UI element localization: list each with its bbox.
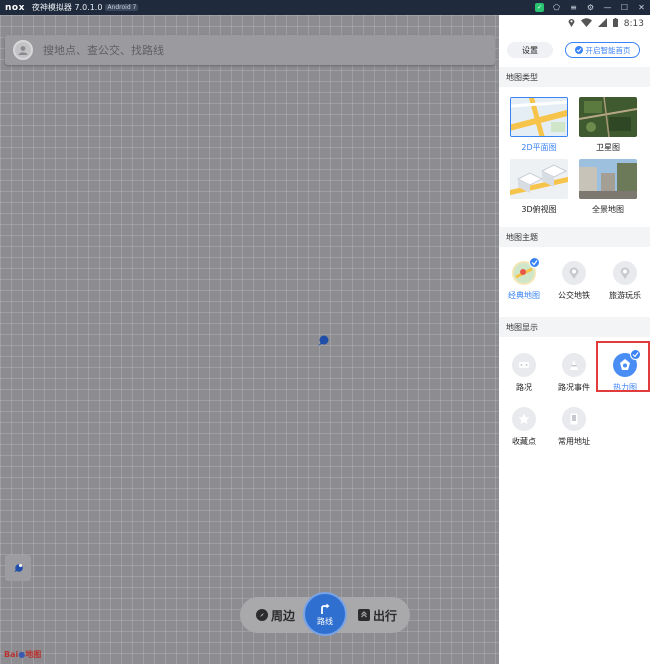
smart-home-label: 开启智能首页	[585, 45, 631, 55]
nav-around-label: 周边	[271, 608, 296, 623]
route-label: 路线	[317, 617, 333, 626]
locate-button[interactable]	[5, 555, 31, 581]
wifi-icon	[580, 18, 592, 30]
smart-home-button[interactable]: 开启智能首页	[565, 42, 640, 58]
heatmap-highlight-box	[596, 341, 650, 392]
display-common-address[interactable]: 常用地址	[549, 407, 599, 447]
close-icon[interactable]: ✕	[637, 3, 646, 12]
search-input[interactable]: 搜地点、查公交、找路线	[43, 42, 164, 58]
turn-arrow-icon	[321, 603, 330, 614]
nav-go-label: 出行	[373, 608, 398, 623]
clock: 8:13	[623, 19, 644, 29]
go-icon	[358, 609, 370, 621]
panorama-thumbnail	[579, 159, 637, 199]
map-type-panorama-label: 全景地图	[592, 205, 624, 214]
theme-travel-label: 旅游玩乐	[609, 291, 641, 300]
search-bar[interactable]: 搜地点、查公交、找路线	[5, 35, 495, 65]
map-display-grid: 路况 路况事件 热力图 收藏点 常用地址	[499, 337, 650, 477]
baidu-logo-text: Bai	[4, 650, 19, 659]
check-badge-icon	[529, 257, 540, 268]
display-common-address-label: 常用地址	[558, 437, 590, 446]
display-traffic-events[interactable]: 路况事件	[549, 353, 599, 393]
map-type-3d[interactable]: 3D俯视图	[510, 159, 568, 215]
display-traffic-label: 路况	[516, 383, 532, 392]
avatar-icon	[18, 46, 28, 55]
transit-icon	[562, 261, 586, 285]
route-button[interactable]: 路线	[303, 592, 347, 636]
map-3d-thumbnail	[510, 159, 568, 199]
section-map-theme: 地图主题	[499, 227, 650, 247]
theme-classic-label: 经典地图	[508, 291, 540, 300]
compass-icon	[256, 609, 268, 621]
user-avatar[interactable]	[13, 40, 33, 60]
map-type-satellite-label: 卫星图	[596, 143, 620, 152]
map-type-3d-label: 3D俯视图	[521, 205, 557, 214]
settings-button[interactable]: 设置	[507, 42, 553, 58]
display-favorites-label: 收藏点	[512, 437, 536, 446]
shirt-icon[interactable]: ⬠	[552, 3, 561, 12]
map-theme-grid: 经典地图 公交地铁 旅游玩乐	[499, 247, 650, 317]
signal-icon	[597, 18, 607, 30]
window-controls: ✓ ⬠ ≡ ⚙ — ☐ ✕	[535, 0, 646, 15]
theme-transit[interactable]: 公交地铁	[549, 261, 599, 301]
baidu-map-logo: Bai●地图	[4, 649, 41, 660]
gear-icon[interactable]: ⚙	[586, 3, 595, 12]
display-traffic-events-label: 路况事件	[558, 383, 590, 392]
display-traffic[interactable]: 路况	[499, 353, 549, 393]
travel-icon	[613, 261, 637, 285]
window-title: 夜神模拟器 7.0.1.0	[31, 3, 103, 12]
classic-map-icon	[512, 257, 540, 285]
minimize-icon[interactable]: —	[603, 3, 612, 12]
star-icon	[512, 407, 536, 431]
maximize-icon[interactable]: ☐	[620, 3, 629, 12]
map-type-grid: 2D平面图 卫星图 3D俯视图 全景地图	[499, 87, 650, 227]
display-favorites[interactable]: 收藏点	[499, 407, 549, 447]
map-canvas[interactable]: 搜地点、查公交、找路线 周边 出行 路线 Bai●地图	[0, 15, 499, 664]
map-type-panorama[interactable]: 全景地图	[579, 159, 637, 215]
emulator-titlebar: nox 夜神模拟器 7.0.1.0 Android 7 ✓ ⬠ ≡ ⚙ — ☐ …	[0, 0, 650, 15]
traffic-icon	[512, 353, 536, 377]
check-circle-icon	[574, 46, 583, 54]
map-2d-thumbnail	[510, 97, 568, 137]
map-type-satellite[interactable]: 卫星图	[579, 97, 637, 153]
map-type-2d-label: 2D平面图	[521, 143, 557, 152]
android-statusbar: 8:13	[499, 15, 650, 33]
location-icon	[568, 18, 575, 30]
nox-logo: nox	[5, 2, 25, 13]
nav-go-button[interactable]: 出行	[358, 597, 397, 633]
battery-icon	[612, 18, 618, 30]
menu-icon[interactable]: ≡	[569, 3, 578, 12]
traffic-cone-icon	[562, 353, 586, 377]
nav-around-button[interactable]: 周边	[256, 597, 295, 633]
current-location-marker	[318, 335, 329, 346]
phone-icon	[562, 407, 586, 431]
map-type-2d[interactable]: 2D平面图	[510, 97, 568, 153]
map-layers-panel: 8:13 设置 开启智能首页 地图类型 2D平面图 卫星图 3D俯视图 全景地图…	[499, 15, 650, 664]
compass-icon	[14, 564, 23, 572]
satellite-thumbnail	[579, 97, 637, 137]
theme-travel[interactable]: 旅游玩乐	[600, 261, 650, 301]
baidu-logo-suffix: 地图	[25, 650, 42, 659]
section-map-type: 地图类型	[499, 67, 650, 87]
wechat-icon[interactable]: ✓	[535, 3, 544, 12]
theme-transit-label: 公交地铁	[558, 291, 590, 300]
panel-top-row: 设置 开启智能首页	[499, 33, 650, 67]
android-version-badge: Android 7	[105, 4, 139, 11]
section-map-display: 地图显示	[499, 317, 650, 337]
theme-classic[interactable]: 经典地图	[499, 257, 549, 301]
